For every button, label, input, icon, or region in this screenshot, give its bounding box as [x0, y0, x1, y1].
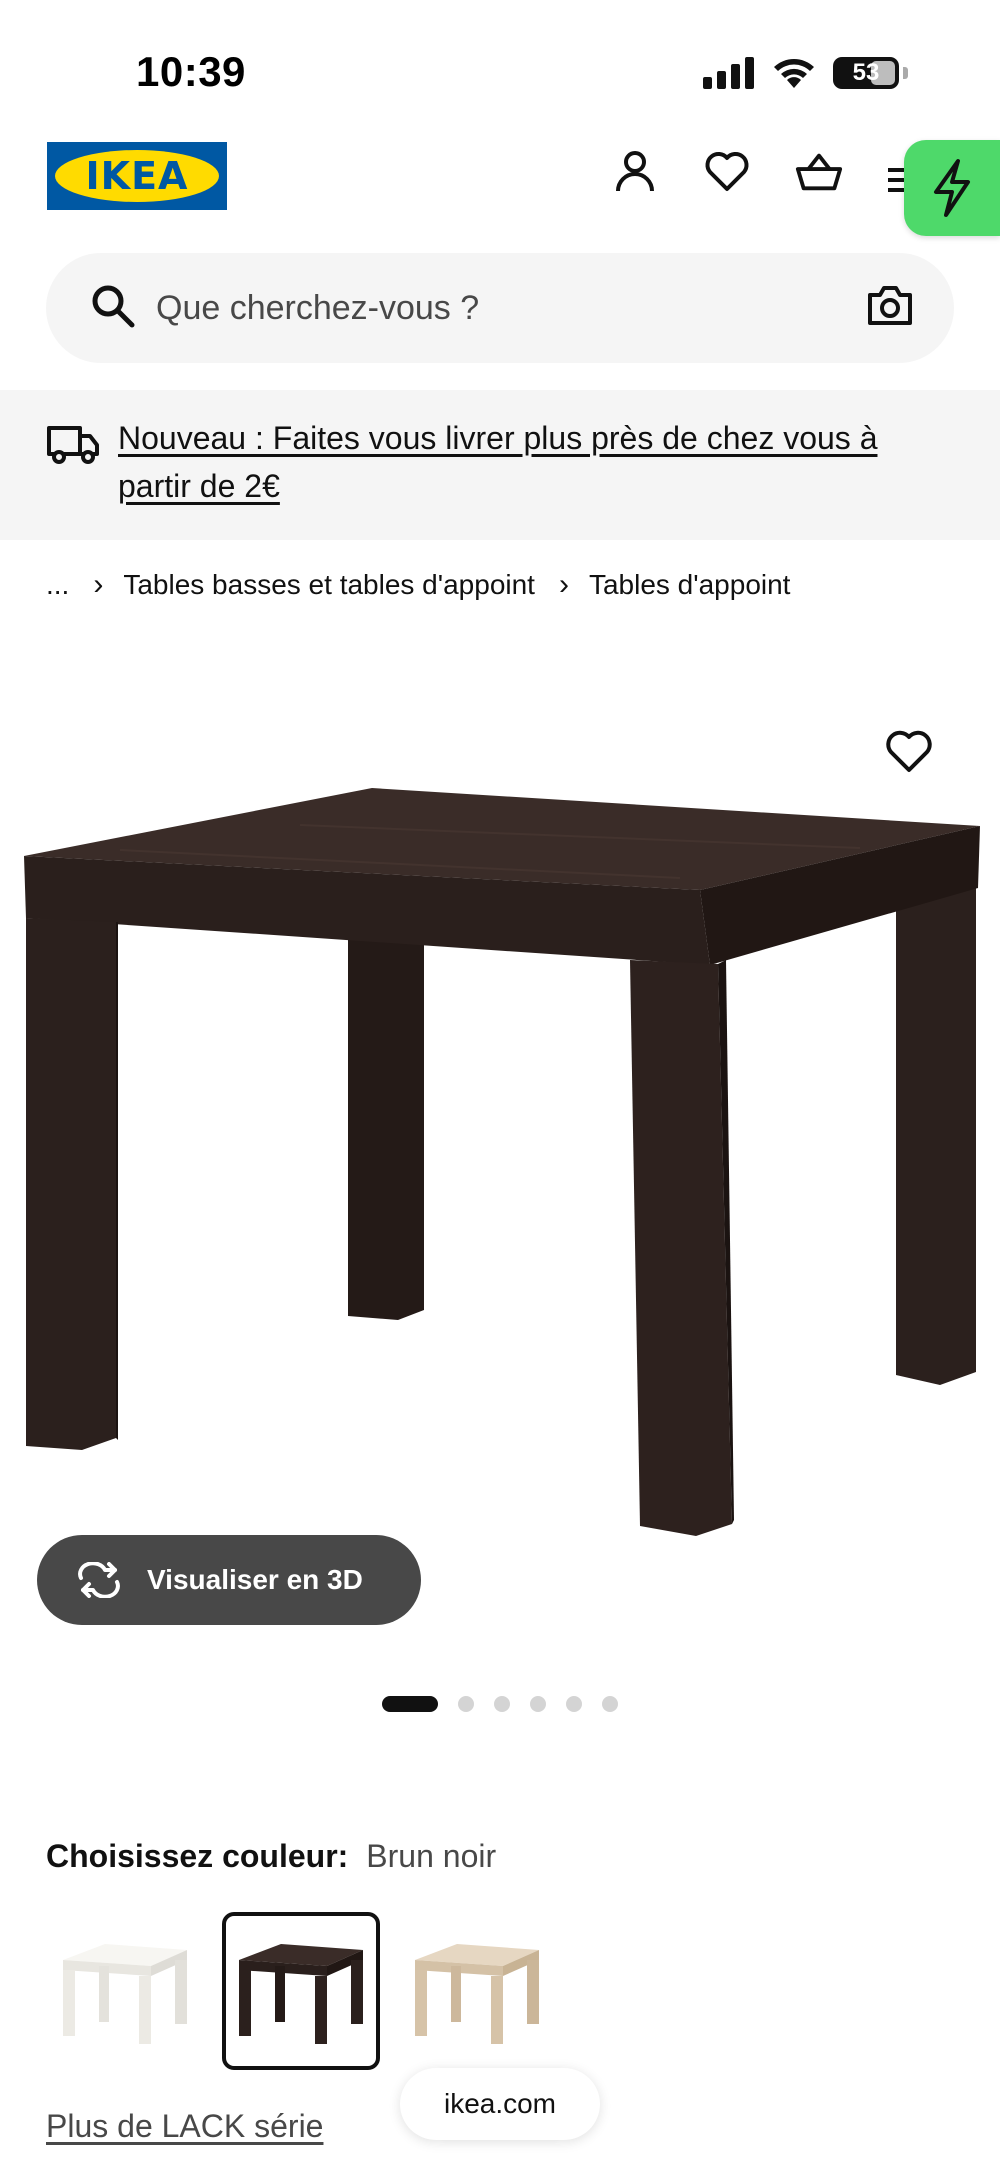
logo-oval: IKEA	[55, 150, 219, 202]
swatch-oak-effect[interactable]	[398, 1912, 556, 2070]
table-leg-back-left	[348, 920, 424, 1320]
oak-effect-table-thumbnail	[415, 1944, 539, 2044]
add-to-favourites-heart-icon[interactable]	[884, 726, 934, 776]
white-table-thumbnail	[63, 1944, 187, 2044]
search-input[interactable]	[156, 281, 856, 335]
basket-button[interactable]	[794, 146, 844, 196]
truck-icon	[47, 426, 99, 464]
swatch-black-brown[interactable]	[222, 1912, 380, 2070]
carousel-dot[interactable]	[382, 1696, 438, 1712]
breadcrumb-item-coffee-tables[interactable]: Tables basses et tables d'appoint	[123, 569, 535, 601]
battery-level: 53	[852, 59, 880, 86]
breadcrumb-item-side-tables[interactable]: Tables d'appoint	[589, 569, 791, 601]
battery-tip	[903, 67, 908, 79]
breadcrumb-chevron-icon: ›	[93, 568, 104, 601]
table-leg-back-right	[896, 880, 976, 1385]
carousel-dot[interactable]	[458, 1696, 474, 1712]
delivery-banner: Nouveau : Faites vous livrer plus près d…	[0, 390, 1000, 540]
logo-text: IKEA	[85, 154, 189, 198]
table-leg-front-right	[630, 960, 732, 1536]
table-leg-front-left-side	[116, 922, 118, 1440]
view-in-3d-label: Visualiser en 3D	[147, 1564, 363, 1595]
browser-url-pill[interactable]: ikea.com	[400, 2068, 600, 2140]
basket-icon	[795, 153, 843, 191]
carousel-dot[interactable]	[602, 1696, 618, 1712]
header-actions	[610, 146, 844, 196]
rotate-3d-icon	[78, 1562, 120, 1598]
lightning-boost-button[interactable]	[904, 140, 1000, 236]
status-bar: 10:39 53	[0, 0, 1000, 130]
color-chooser-value: Brun noir	[366, 1838, 497, 1874]
view-in-3d-button[interactable]: Visualiser en 3D	[37, 1535, 421, 1625]
cellular-signal-icon	[703, 57, 754, 89]
swatch-white[interactable]	[46, 1912, 204, 2070]
ikea-logo[interactable]: IKEA	[47, 142, 227, 210]
lightning-icon	[934, 159, 970, 217]
site-header: IKEA	[0, 130, 1000, 240]
camera-search-icon[interactable]	[866, 283, 914, 327]
table-leg-front-left	[26, 918, 116, 1450]
color-chooser-heading: Choisissez couleur: Brun noir	[46, 1838, 496, 1875]
favourites-button[interactable]	[702, 146, 752, 196]
status-icons: 53	[703, 56, 908, 90]
carousel-dot[interactable]	[566, 1696, 582, 1712]
account-button[interactable]	[610, 146, 660, 196]
product-image[interactable]	[0, 620, 1000, 1670]
carousel-dot[interactable]	[530, 1696, 546, 1712]
breadcrumb-ellipsis[interactable]: ...	[46, 569, 69, 601]
wifi-icon	[774, 59, 814, 88]
carousel-dot[interactable]	[494, 1696, 510, 1712]
status-time: 10:39	[136, 48, 246, 95]
image-carousel-dots	[382, 1696, 618, 1712]
color-swatches	[46, 1912, 556, 2070]
color-chooser-label: Choisissez couleur:	[46, 1838, 349, 1874]
delivery-banner-link[interactable]: Nouveau : Faites vous livrer plus près d…	[118, 414, 958, 510]
battery-icon: 53	[833, 57, 899, 89]
more-lack-series-link[interactable]: Plus de LACK série	[46, 2108, 323, 2145]
breadcrumb: ... › Tables basses et tables d'appoint …	[46, 568, 790, 602]
black-brown-table-thumbnail	[239, 1944, 363, 2044]
browser-url-text: ikea.com	[443, 2088, 557, 2119]
heart-icon	[705, 152, 749, 191]
search-bar	[46, 253, 954, 363]
search-icon	[92, 285, 135, 328]
breadcrumb-chevron-icon: ›	[558, 568, 569, 601]
user-icon	[616, 151, 654, 192]
